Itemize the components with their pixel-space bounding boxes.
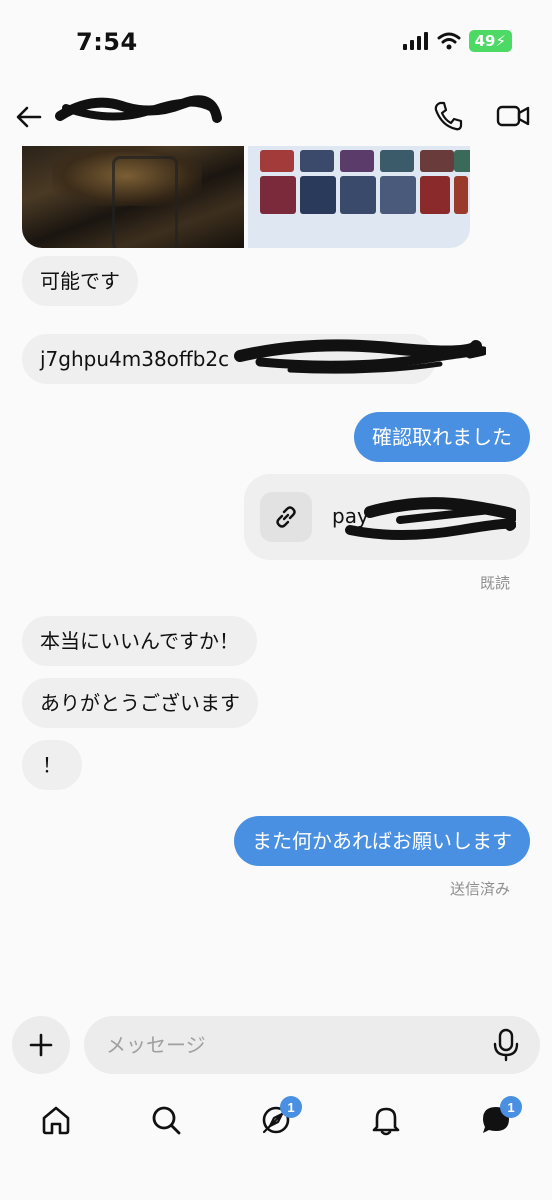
nav-discover[interactable]: 1 — [256, 1096, 302, 1140]
link-icon — [276, 506, 296, 528]
message-incoming[interactable]: 可能です — [22, 256, 138, 306]
message-code-text: j7ghpu4m38offb2c — [40, 347, 230, 371]
add-attachment-button[interactable] — [12, 1016, 70, 1074]
redaction-scribble — [345, 497, 516, 540]
video-camera-icon[interactable] — [496, 100, 530, 132]
message-outgoing[interactable]: 確認取れました — [354, 412, 530, 462]
game-screenshot-right[interactable] — [248, 146, 470, 248]
bell-icon — [372, 1107, 400, 1136]
status-icons: 49⚡ — [402, 30, 512, 52]
read-receipt: 既読 — [479, 574, 510, 592]
messages-badge: 1 — [500, 1096, 522, 1118]
redaction-scribble — [55, 95, 222, 123]
battery-level: 49 — [474, 32, 496, 50]
nav-messages[interactable]: 1 — [476, 1096, 522, 1140]
message-input[interactable] — [84, 1016, 540, 1074]
signal-icon — [402, 32, 428, 50]
redaction-scribble — [234, 339, 486, 374]
home-icon — [42, 1106, 70, 1135]
microphone-icon[interactable] — [490, 1028, 522, 1062]
game-screenshot-left[interactable] — [22, 146, 244, 248]
plus-icon — [29, 1033, 53, 1057]
discover-badge: 1 — [280, 1096, 302, 1118]
message-incoming[interactable]: 本当にいいんですか！ — [22, 616, 257, 666]
link-icon-box — [260, 492, 312, 542]
phone-icon[interactable] — [432, 100, 464, 132]
chat-header — [0, 88, 552, 144]
sent-status: 送信済み — [449, 880, 510, 898]
nav-home[interactable] — [36, 1100, 76, 1140]
contact-name[interactable] — [52, 94, 222, 134]
nav-notifications[interactable] — [366, 1100, 406, 1140]
back-arrow-icon[interactable] — [14, 102, 44, 132]
message-outgoing[interactable]: また何かあればお願いします — [234, 816, 530, 866]
wifi-icon — [437, 32, 461, 50]
image-attachment[interactable] — [22, 146, 470, 248]
nav-search[interactable] — [146, 1100, 186, 1140]
status-time: 7:54 — [76, 28, 138, 56]
message-incoming[interactable]: ！ — [22, 740, 82, 790]
link-preview-card[interactable]: pay — [244, 474, 530, 560]
battery-indicator: 49⚡ — [468, 30, 512, 52]
search-icon — [152, 1106, 181, 1135]
message-incoming[interactable]: ありがとうございます — [22, 678, 258, 728]
